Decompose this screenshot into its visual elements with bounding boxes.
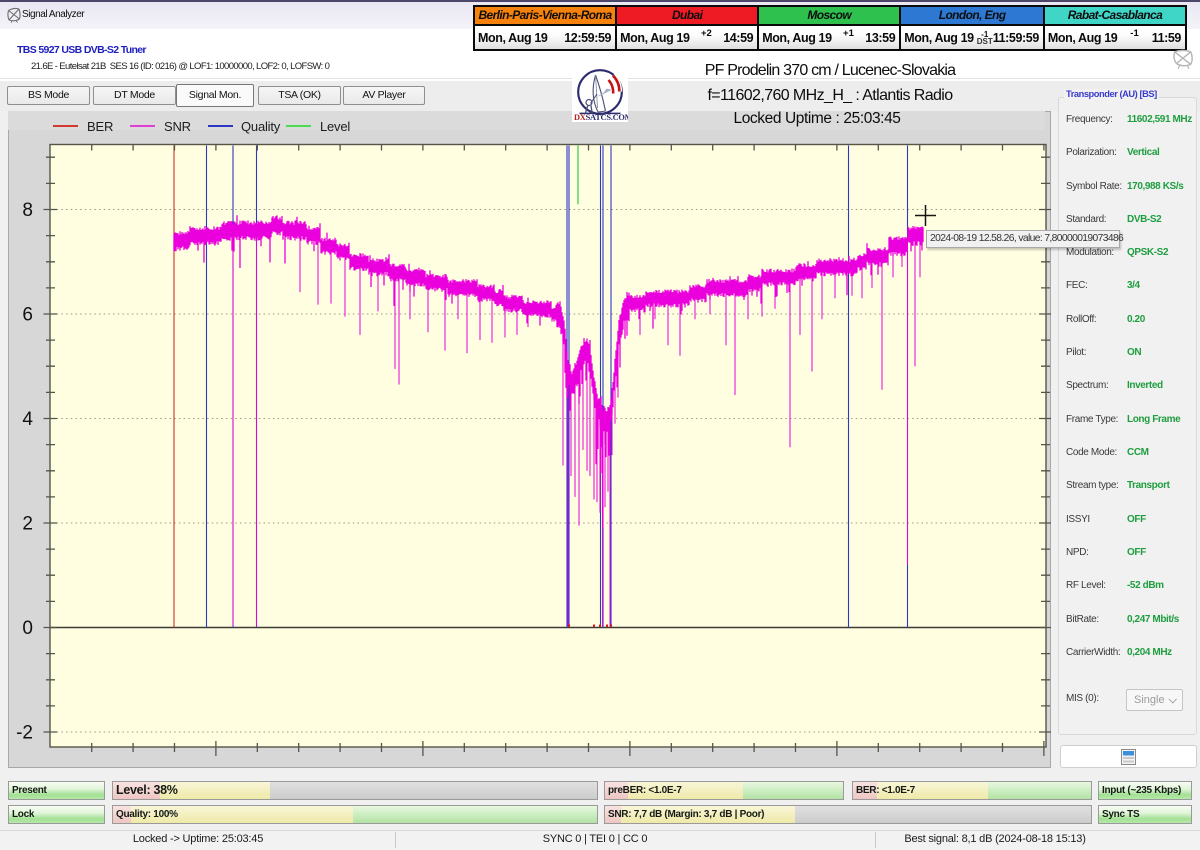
svg-text:4: 4 [22, 409, 33, 430]
svg-text:-2: -2 [16, 723, 33, 744]
svg-text:DXSATCS.COM: DXSATCS.COM [574, 113, 628, 122]
svg-text:8: 8 [22, 200, 33, 221]
svg-text:0: 0 [22, 618, 33, 639]
svg-text:2: 2 [22, 514, 33, 535]
svg-text:6: 6 [22, 305, 33, 326]
